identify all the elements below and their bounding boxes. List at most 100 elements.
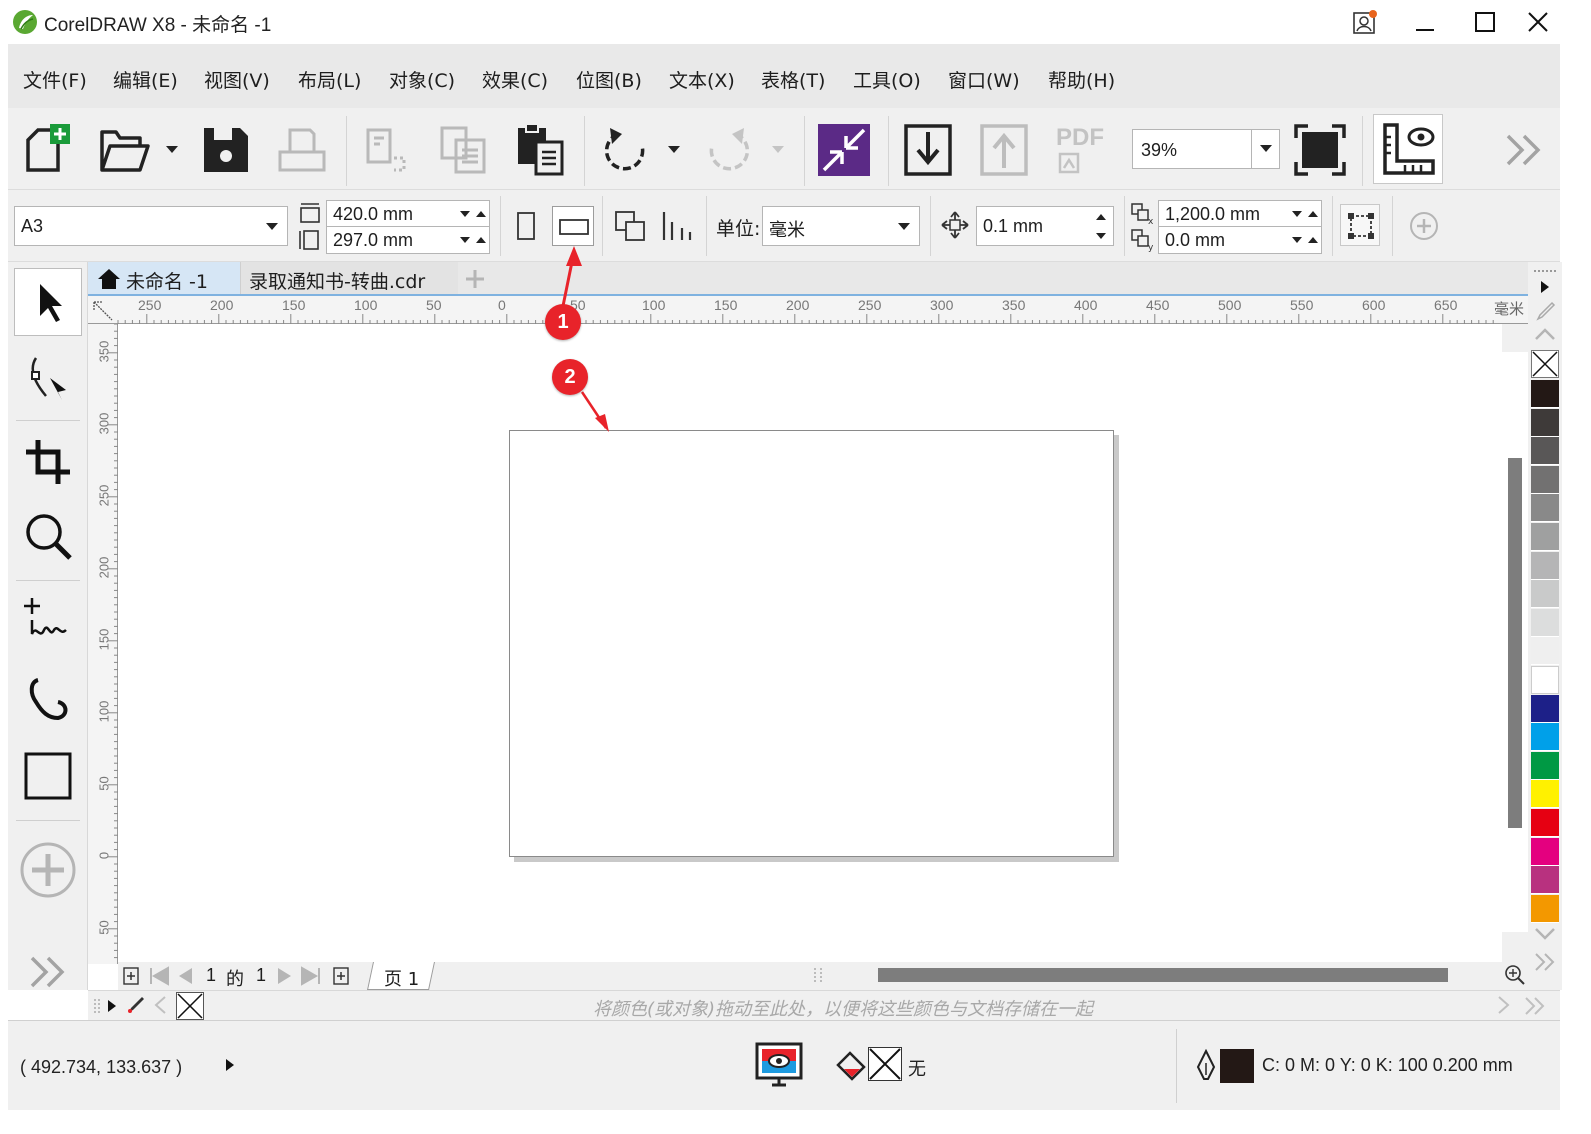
color-proofing-icon[interactable] xyxy=(754,1041,804,1091)
color-swatch[interactable] xyxy=(1531,866,1559,895)
maximize-button[interactable] xyxy=(1460,4,1510,40)
open-dropdown-icon[interactable] xyxy=(164,144,180,156)
open-folder-icon[interactable] xyxy=(96,122,152,178)
options-button[interactable] xyxy=(1373,114,1443,184)
duplicate-y-field[interactable]: 0.0 mm xyxy=(1158,226,1322,254)
color-swatch[interactable] xyxy=(1531,580,1559,609)
account-button[interactable] xyxy=(1340,4,1390,40)
cut-icon[interactable] xyxy=(360,122,416,178)
zoom-tool[interactable] xyxy=(14,502,82,570)
scroll-up-area[interactable] xyxy=(1502,324,1528,352)
outline-color-swatch[interactable] xyxy=(1220,1049,1254,1083)
color-swatch[interactable] xyxy=(1531,380,1559,408)
color-swatch[interactable] xyxy=(1531,465,1559,494)
palette-scroll-up-icon[interactable] xyxy=(1534,326,1556,342)
pen-nib-icon[interactable] xyxy=(1194,1049,1218,1083)
menu-bitmaps[interactable]: 位图(B) xyxy=(576,66,642,93)
color-swatch[interactable] xyxy=(1531,723,1559,752)
docpalette-expand-icon[interactable] xyxy=(1524,996,1546,1016)
menu-window[interactable]: 窗口(W) xyxy=(948,66,1020,93)
fill-color-swatch[interactable] xyxy=(868,1047,902,1081)
export-icon[interactable] xyxy=(976,122,1032,178)
add-tool-button[interactable] xyxy=(14,836,82,904)
color-swatch[interactable] xyxy=(1531,608,1559,637)
color-swatch[interactable] xyxy=(1531,408,1559,437)
copy-icon[interactable] xyxy=(436,122,492,178)
menu-layout[interactable]: 布局(L) xyxy=(298,66,361,93)
menu-object[interactable]: 对象(C) xyxy=(389,66,455,93)
menu-text[interactable]: 文本(X) xyxy=(669,66,735,93)
nudge-spinner[interactable] xyxy=(1089,207,1113,245)
menu-tools[interactable]: 工具(O) xyxy=(853,66,921,93)
horizontal-scrollbar-thumb[interactable] xyxy=(878,968,1448,982)
nudge-distance-field[interactable]: 0.1 mm xyxy=(976,206,1114,246)
color-swatch[interactable] xyxy=(1531,494,1559,523)
tab-untitled-1[interactable]: 未命名 -1 xyxy=(88,262,240,296)
add-page-after-icon[interactable] xyxy=(330,966,350,986)
save-icon[interactable] xyxy=(198,122,254,178)
eyedropper-icon[interactable] xyxy=(1534,300,1556,322)
fill-bucket-icon[interactable] xyxy=(834,1049,868,1083)
add-page-before-icon[interactable] xyxy=(122,966,142,986)
new-document-icon[interactable] xyxy=(18,122,74,178)
drawing-page[interactable] xyxy=(509,430,1114,857)
shape-tool[interactable] xyxy=(14,344,82,412)
undo-dropdown-icon[interactable] xyxy=(666,144,682,156)
vertical-ruler[interactable]: 350 300 250 200 150 100 50 0 50 xyxy=(88,324,118,964)
eyedropper-icon[interactable] xyxy=(126,995,146,1015)
menu-help[interactable]: 帮助(H) xyxy=(1048,66,1115,93)
menu-edit[interactable]: 编辑(E) xyxy=(113,66,178,93)
color-swatch[interactable] xyxy=(1531,894,1559,923)
color-swatch[interactable] xyxy=(1531,437,1559,466)
current-page-icon[interactable] xyxy=(660,208,696,244)
zoom-level-select[interactable]: 39% xyxy=(1132,129,1280,169)
units-select[interactable]: 毫米 xyxy=(762,206,920,246)
duplicate-x-field[interactable]: 1,200.0 mm xyxy=(1158,200,1322,228)
color-swatch[interactable] xyxy=(1531,551,1559,580)
color-swatch[interactable] xyxy=(1531,837,1559,866)
color-swatch[interactable] xyxy=(1531,523,1559,551)
add-tab-icon[interactable] xyxy=(464,268,486,290)
redo-dropdown-icon[interactable] xyxy=(770,144,786,156)
duplicate-x-spinner[interactable] xyxy=(1289,201,1321,227)
vertical-scrollbar-thumb[interactable] xyxy=(1508,458,1522,828)
color-swatch[interactable] xyxy=(1531,751,1559,780)
corel-connect-icon[interactable] xyxy=(816,122,872,178)
color-swatch[interactable] xyxy=(1531,666,1559,694)
close-button[interactable] xyxy=(1513,4,1563,40)
color-swatch[interactable] xyxy=(1531,694,1559,723)
docpalette-scroll-right-icon[interactable] xyxy=(1496,995,1512,1015)
palette-scroll-down-icon[interactable] xyxy=(1534,926,1556,942)
first-page-icon[interactable] xyxy=(148,966,170,986)
publish-pdf-button[interactable]: PDF xyxy=(1052,122,1112,178)
all-pages-icon[interactable] xyxy=(612,208,648,244)
add-property-icon[interactable] xyxy=(1408,210,1440,242)
color-swatch[interactable] xyxy=(1531,780,1559,809)
zoom-navigator-icon[interactable] xyxy=(1504,964,1526,986)
palette-menu-icon[interactable] xyxy=(1538,280,1552,294)
undo-icon[interactable] xyxy=(598,122,654,178)
redo-icon[interactable] xyxy=(700,122,756,178)
docpalette-no-color[interactable] xyxy=(176,992,204,1020)
palette-expand-icon[interactable] xyxy=(1534,952,1556,972)
paste-icon[interactable] xyxy=(512,122,568,178)
landscape-orientation-button[interactable] xyxy=(552,206,594,246)
no-color-swatch[interactable] xyxy=(1531,350,1559,378)
treat-as-filled-button[interactable] xyxy=(1340,204,1380,246)
pick-tool[interactable] xyxy=(14,268,82,336)
docpalette-scroll-left-icon[interactable] xyxy=(152,995,168,1015)
horizontal-ruler[interactable]: 250 200 150 100 50 0 50 100 150 200 250 300 350 400 45… xyxy=(88,296,1528,324)
toolbar-overflow-icon[interactable] xyxy=(1504,132,1544,168)
page-height-spinner[interactable] xyxy=(457,227,489,253)
crop-tool[interactable] xyxy=(14,428,82,496)
menu-view[interactable]: 视图(V) xyxy=(204,66,270,93)
zoom-dropdown[interactable] xyxy=(1251,130,1279,168)
rectangle-tool[interactable] xyxy=(14,742,82,810)
full-screen-icon[interactable] xyxy=(1292,122,1348,178)
previous-page-icon[interactable] xyxy=(176,966,194,986)
page-size-select[interactable]: A3 xyxy=(14,206,288,246)
portrait-orientation-icon[interactable] xyxy=(514,210,538,242)
toolbox-overflow[interactable] xyxy=(14,952,82,992)
last-page-icon[interactable] xyxy=(300,966,322,986)
menu-effects[interactable]: 效果(C) xyxy=(482,66,548,93)
